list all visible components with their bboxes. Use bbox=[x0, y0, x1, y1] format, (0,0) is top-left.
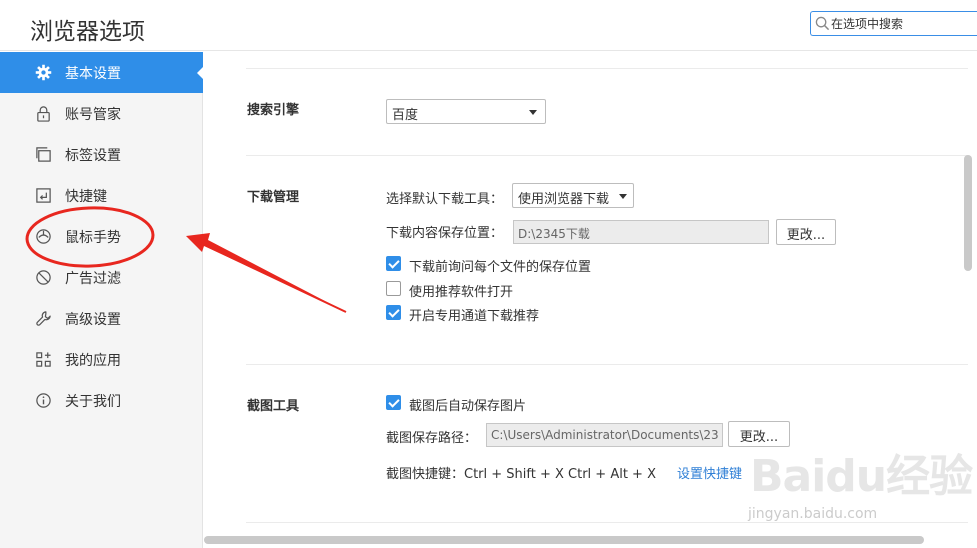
sidebar-item-label: 高级设置 bbox=[65, 312, 121, 328]
sidebar-item-account-manager[interactable]: 账号管家 bbox=[0, 93, 203, 134]
sidebar-item-mouse-gestures[interactable]: 鼠标手势 bbox=[0, 216, 203, 257]
info-icon bbox=[36, 393, 51, 408]
search-box[interactable] bbox=[810, 11, 977, 36]
checkbox-auto-save-screenshot[interactable] bbox=[386, 395, 401, 410]
sidebar-item-label: 广告过滤 bbox=[65, 271, 121, 287]
screenshot-path-label: 截图保存路径： bbox=[386, 431, 478, 446]
watermark-logo: Baidu经验 bbox=[750, 451, 973, 502]
sidebar-item-label: 标签设置 bbox=[65, 148, 121, 164]
wrench-icon bbox=[36, 311, 51, 326]
checkbox-open-with-recommended[interactable] bbox=[386, 281, 401, 296]
vertical-scrollbar[interactable] bbox=[964, 155, 972, 271]
option-dedicated-channel: 开启专用通道下载推荐 bbox=[409, 309, 540, 324]
section-title-search-engine: 搜索引擎 bbox=[247, 103, 300, 118]
sidebar-item-about-us[interactable]: 关于我们 bbox=[0, 380, 203, 421]
divider bbox=[246, 155, 968, 156]
sidebar-item-basic-settings[interactable]: 基本设置 bbox=[0, 52, 204, 93]
sidebar-item-label: 基本设置 bbox=[65, 66, 121, 82]
download-tool-selected: 使用浏览器下载 bbox=[518, 192, 610, 207]
section-title-screenshot: 截图工具 bbox=[247, 399, 300, 414]
block-icon bbox=[36, 270, 51, 285]
sidebar-item-label: 快捷键 bbox=[65, 189, 107, 205]
screenshot-path-field[interactable]: C:\Users\Administrator\Documents\23 bbox=[486, 423, 723, 447]
checkbox-ask-save-location[interactable] bbox=[386, 256, 401, 271]
horizontal-scrollbar[interactable] bbox=[204, 536, 924, 544]
chevron-down-icon bbox=[619, 194, 627, 199]
keyboard-shortcut-icon bbox=[36, 188, 51, 203]
download-path-label: 下载内容保存位置： bbox=[386, 226, 504, 241]
sidebar-item-ad-filter[interactable]: 广告过滤 bbox=[0, 257, 203, 298]
tabs-icon bbox=[36, 147, 51, 162]
search-icon bbox=[815, 16, 830, 31]
sidebar-item-label: 鼠标手势 bbox=[65, 230, 121, 246]
screenshot-shortcut-text: 截图快捷键：Ctrl + Shift + X Ctrl + Alt + X bbox=[386, 467, 656, 482]
sidebar-item-my-apps[interactable]: 我的应用 bbox=[0, 339, 203, 380]
lock-icon bbox=[37, 106, 50, 122]
sidebar: 基本设置 账号管家 标签设置 快捷键 鼠标手势 广告过滤 高级设置 我的应用 关… bbox=[0, 52, 204, 548]
sidebar-item-shortcuts[interactable]: 快捷键 bbox=[0, 175, 203, 216]
option-auto-save-screenshot: 截图后自动保存图片 bbox=[409, 399, 527, 414]
apps-grid-icon bbox=[36, 352, 51, 367]
watermark-url: jingyan.baidu.com bbox=[748, 506, 878, 522]
option-open-with-recommended: 使用推荐软件打开 bbox=[409, 285, 514, 300]
section-title-download: 下载管理 bbox=[247, 190, 300, 205]
checkbox-dedicated-channel[interactable] bbox=[386, 305, 401, 320]
title-bar: 浏览器选项 bbox=[0, 0, 977, 51]
sidebar-item-tab-settings[interactable]: 标签设置 bbox=[0, 134, 203, 175]
divider bbox=[246, 68, 968, 69]
sidebar-item-label: 关于我们 bbox=[65, 394, 121, 410]
sidebar-item-advanced-settings[interactable]: 高级设置 bbox=[0, 298, 203, 339]
download-tool-label: 选择默认下载工具： bbox=[386, 192, 504, 207]
divider bbox=[246, 364, 968, 365]
sidebar-item-label: 我的应用 bbox=[65, 353, 121, 369]
set-shortcut-link[interactable]: 设置快捷键 bbox=[677, 463, 742, 482]
watermark: Baidu经验 jingyan.baidu.com bbox=[748, 440, 977, 530]
window-title: 浏览器选项 bbox=[30, 19, 145, 45]
gear-icon bbox=[35, 64, 52, 81]
search-engine-selected: 百度 bbox=[392, 108, 419, 123]
download-tool-select[interactable]: 使用浏览器下载 bbox=[512, 183, 634, 208]
option-ask-save-location: 下载前询问每个文件的保存位置 bbox=[409, 260, 592, 275]
mouse-icon bbox=[36, 229, 51, 244]
download-path-field[interactable]: D:\2345下载 bbox=[513, 220, 769, 244]
search-engine-select[interactable]: 百度 bbox=[386, 99, 546, 124]
search-input[interactable] bbox=[831, 14, 976, 33]
sidebar-item-label: 账号管家 bbox=[65, 107, 121, 123]
download-change-button[interactable]: 更改... bbox=[776, 219, 836, 245]
chevron-down-icon bbox=[529, 110, 537, 115]
